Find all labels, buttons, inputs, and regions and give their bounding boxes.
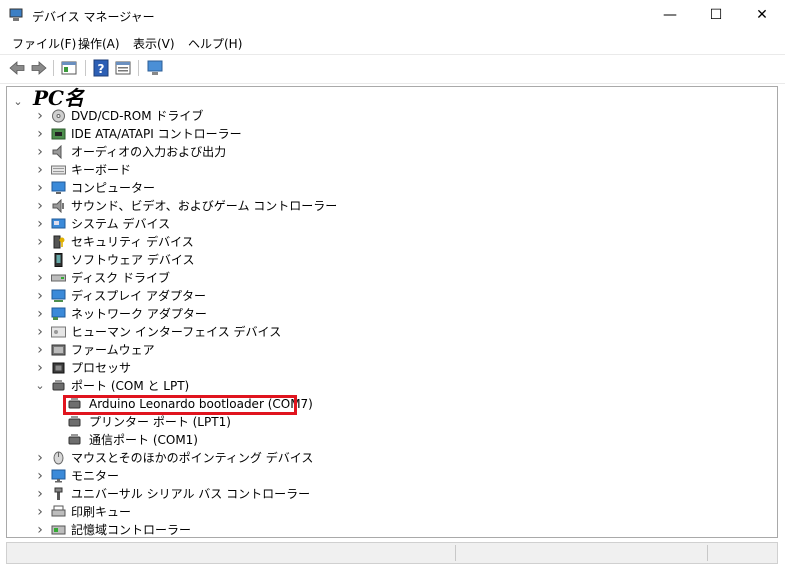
dvd-drive-icon — [52, 109, 65, 123]
maximize-button[interactable]: ☐ — [693, 0, 739, 30]
menu-help[interactable]: ヘルプ(H) — [188, 35, 242, 52]
toolbar: ? — [0, 54, 785, 84]
mouse-icon — [53, 451, 64, 465]
tree-item-label: ポート (COM と LPT) — [71, 379, 190, 393]
close-button[interactable]: ✕ — [739, 0, 785, 30]
tree-item-label: ディスプレイ アダプター — [71, 289, 206, 303]
port-icon — [68, 416, 81, 427]
tree-item-label: 通信ポート (COM1) — [89, 433, 198, 447]
system-device-icon — [51, 218, 66, 229]
tree-item-label: DVD/CD-ROM ドライブ — [71, 109, 204, 123]
device-manager-icon — [9, 8, 23, 21]
highlight-box — [63, 395, 297, 415]
scan-hardware-icon[interactable] — [146, 59, 164, 77]
chevron-right-icon[interactable]: › — [35, 179, 45, 197]
forward-arrow-icon[interactable] — [30, 59, 48, 77]
chevron-right-icon[interactable]: › — [35, 287, 45, 305]
chevron-right-icon[interactable]: › — [35, 107, 45, 125]
svg-text:?: ? — [98, 62, 105, 76]
tree-item-label: サウンド、ビデオ、およびゲーム コントローラー — [71, 199, 338, 213]
tree-item-label: IDE ATA/ATAPI コントローラー — [71, 127, 242, 141]
chevron-right-icon[interactable]: › — [35, 251, 45, 269]
properties-view-icon[interactable] — [60, 59, 78, 77]
display-adapter-icon — [51, 289, 66, 302]
processor-icon — [52, 362, 65, 374]
status-bar — [6, 542, 778, 564]
menu-view[interactable]: 表示(V) — [133, 35, 175, 52]
menu-bar: ファイル(F) 操作(A) 表示(V) ヘルプ(H) — [0, 30, 785, 54]
details-view-icon[interactable] — [114, 59, 132, 77]
minimize-button[interactable]: — — [647, 0, 693, 30]
tree-item-label: ヒューマン インターフェイス デバイス — [71, 325, 282, 339]
back-arrow-icon[interactable] — [8, 59, 26, 77]
print-queue-icon — [51, 505, 66, 517]
chevron-right-icon[interactable]: › — [35, 485, 45, 503]
chevron-right-icon[interactable]: › — [35, 143, 45, 161]
tree-item-label: セキュリティ デバイス — [71, 235, 194, 249]
tree-item-label: ファームウェア — [71, 343, 155, 357]
firmware-icon — [51, 344, 66, 356]
chevron-right-icon[interactable]: › — [35, 467, 45, 485]
chevron-down-icon[interactable]: ⌄ — [35, 377, 45, 395]
port-icon — [68, 434, 81, 445]
software-device-icon — [54, 253, 63, 267]
device-tree: ⌄ PC名 › DVD/CD-ROM ドライブ › IDE ATA/ATAPI コント… — [6, 86, 778, 538]
title-bar: デバイス マネージャー — ☐ ✕ — [0, 0, 785, 30]
usb-icon — [54, 487, 63, 500]
chevron-right-icon[interactable]: › — [35, 305, 45, 323]
chevron-right-icon[interactable]: › — [35, 521, 45, 539]
monitor-icon — [51, 469, 66, 483]
help-icon[interactable]: ? — [92, 59, 110, 77]
tree-item-label: 印刷キュー — [71, 505, 132, 519]
chevron-right-icon[interactable]: › — [35, 269, 45, 287]
chevron-right-icon[interactable]: › — [35, 125, 45, 143]
port-icon — [52, 380, 65, 391]
tree-item-label: キーボード — [71, 163, 132, 177]
chevron-right-icon[interactable]: › — [35, 323, 45, 341]
tree-item-label: 記憶域コントローラー — [71, 523, 192, 537]
ide-controller-icon — [51, 128, 66, 140]
tree-item-label: モニター — [71, 469, 120, 483]
menu-action[interactable]: 操作(A) — [78, 35, 120, 52]
hid-icon — [51, 326, 66, 338]
sound-icon — [52, 199, 64, 213]
chevron-right-icon[interactable]: › — [35, 341, 45, 359]
tree-item-label: プリンター ポート (LPT1) — [89, 415, 231, 429]
tree-item-label: プロセッサ — [71, 361, 132, 375]
tree-item-label: コンピューター — [71, 181, 156, 195]
window-title: デバイス マネージャー — [32, 10, 155, 24]
chevron-right-icon[interactable]: › — [35, 197, 45, 215]
chevron-down-icon[interactable]: ⌄ — [13, 93, 23, 111]
computer-icon — [51, 181, 66, 194]
chevron-right-icon[interactable]: › — [35, 359, 45, 377]
tree-item-label: システム デバイス — [71, 217, 171, 231]
keyboard-icon — [51, 165, 66, 175]
chevron-right-icon[interactable]: › — [35, 503, 45, 521]
storage-controller-icon — [51, 525, 66, 535]
security-device-icon — [53, 235, 65, 249]
tree-item-label: マウスとそのほかのポインティング デバイス — [71, 451, 314, 465]
disk-drive-icon — [51, 274, 66, 282]
speaker-icon — [52, 145, 62, 159]
tree-item-label: オーディオの入力および出力 — [71, 145, 227, 159]
chevron-right-icon[interactable]: › — [35, 233, 45, 251]
chevron-right-icon[interactable]: › — [35, 161, 45, 179]
tree-item-label: ユニバーサル シリアル バス コントローラー — [71, 487, 311, 501]
chevron-right-icon[interactable]: › — [35, 215, 45, 233]
tree-item-label: ネットワーク アダプター — [71, 307, 207, 321]
tree-item-label: ソフトウェア デバイス — [71, 253, 195, 267]
root-label: PC名 — [33, 86, 84, 110]
network-adapter-icon — [51, 307, 66, 320]
chevron-right-icon[interactable]: › — [35, 449, 45, 467]
tree-item-label: ディスク ドライブ — [71, 271, 170, 285]
menu-file[interactable]: ファイル(F) — [12, 35, 76, 52]
